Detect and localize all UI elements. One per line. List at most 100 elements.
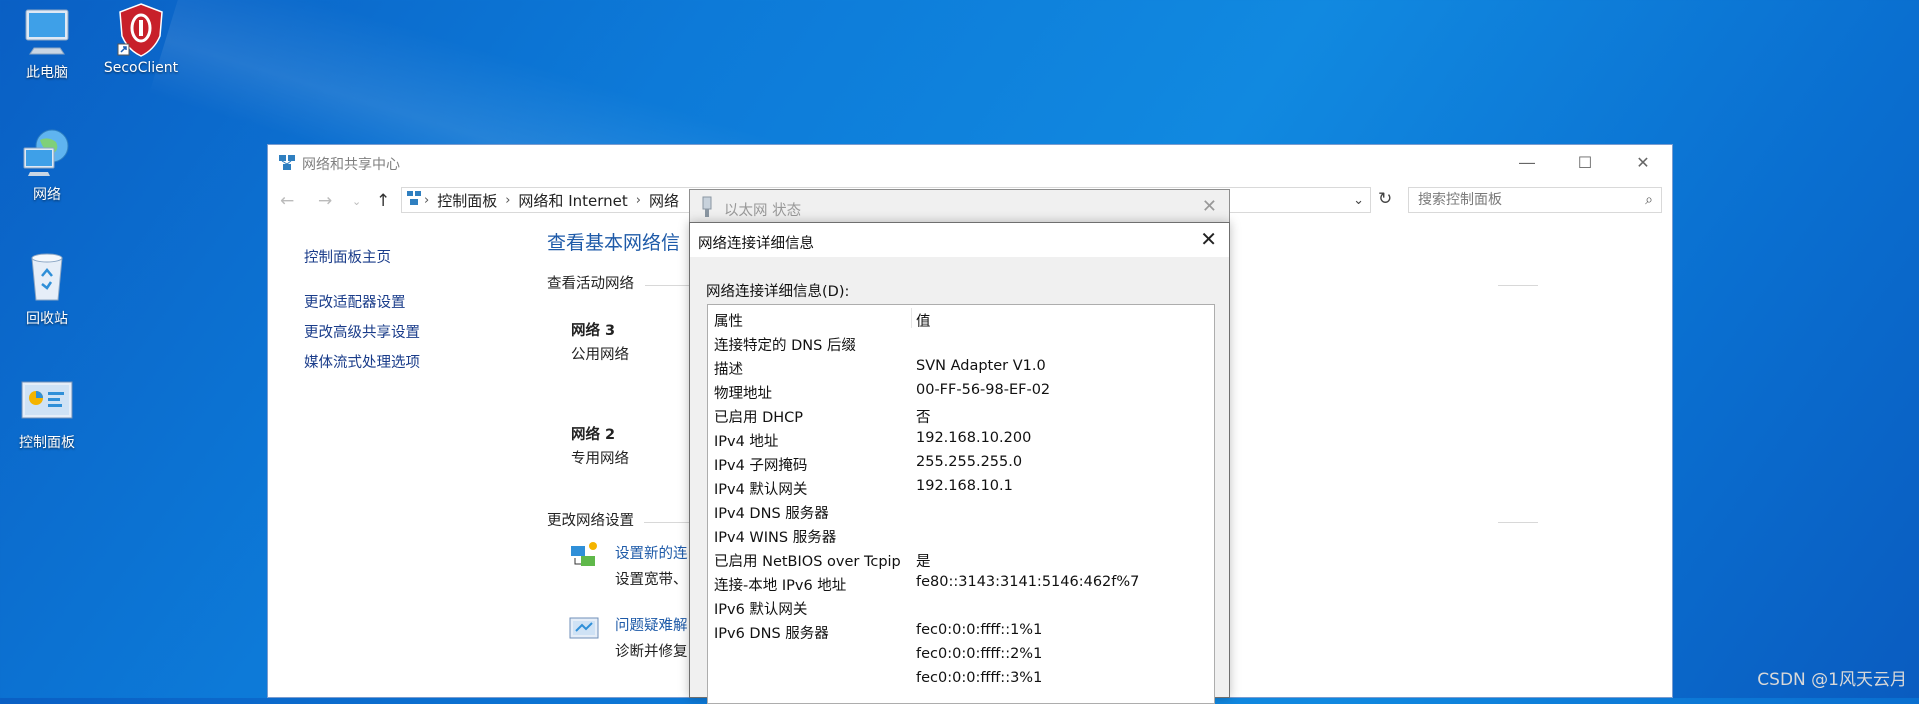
list-item[interactable]: fec0:0:0:ffff::2%1 xyxy=(708,643,1214,667)
desktop-icon-recycle-bin[interactable]: 回收站 xyxy=(0,250,95,328)
maximize-button[interactable]: ☐ xyxy=(1556,145,1614,179)
watermark-text: CSDN @1风天云月 xyxy=(1757,670,1907,690)
refresh-icon[interactable]: ↻ xyxy=(1378,189,1392,209)
property-value: 192.168.10.200 xyxy=(916,430,1032,446)
desktop-icon-secoclient[interactable]: SecoClient xyxy=(93,2,189,76)
desktop-icon-label: 此电脑 xyxy=(26,65,68,81)
list-item[interactable]: IPv6 默认网关 xyxy=(708,595,1214,619)
network-name: 网络 2 xyxy=(571,427,616,443)
desktop-icon-control-panel[interactable]: 控制面板 xyxy=(0,374,95,452)
list-item[interactable]: IPv6 DNS 服务器 fec0:0:0:ffff::1%1 xyxy=(708,619,1214,643)
section-divider xyxy=(645,285,689,286)
list-item[interactable]: 物理地址 00-FF-56-98-EF-02 xyxy=(708,379,1214,403)
property-name: 已启用 DHCP xyxy=(714,410,804,426)
window-titlebar[interactable]: 网络和共享中心 ― ☐ ✕ xyxy=(268,145,1672,179)
up-arrow-icon[interactable]: ↑ xyxy=(376,191,390,211)
section-divider xyxy=(644,522,689,523)
list-item[interactable]: 已启用 NetBIOS over Tcpip 是 xyxy=(708,547,1214,571)
troubleshoot-link[interactable]: 问题疑难解 xyxy=(615,614,688,635)
search-placeholder: 搜索控制面板 xyxy=(1418,192,1502,208)
details-dialog-close-icon[interactable]: ✕ xyxy=(1200,227,1217,251)
setup-new-connection-link[interactable]: 设置新的连 xyxy=(615,542,688,563)
search-input[interactable]: 搜索控制面板 ⌕ xyxy=(1408,187,1662,213)
property-value: 否 xyxy=(916,410,931,426)
network-type: 专用网络 xyxy=(571,451,629,467)
list-item[interactable]: 连接-本地 IPv6 地址 fe80::3143:3141:5146:462f%7 xyxy=(708,571,1214,595)
control-panel-home-link[interactable]: 控制面板主页 xyxy=(304,246,391,267)
list-item[interactable]: 已启用 DHCP 否 xyxy=(708,403,1214,427)
back-arrow-icon[interactable]: ← xyxy=(280,191,294,211)
property-value: fec0:0:0:ffff::1%1 xyxy=(916,622,1043,638)
list-item[interactable]: IPv4 DNS 服务器 xyxy=(708,499,1214,523)
troubleshoot-icon xyxy=(569,614,599,648)
property-value: fe80::3143:3141:5146:462f%7 xyxy=(916,574,1140,590)
close-button[interactable]: ✕ xyxy=(1614,145,1672,179)
list-item[interactable]: IPv4 子网掩码 255.255.255.0 xyxy=(708,451,1214,475)
property-name: 已启用 NetBIOS over Tcpip xyxy=(714,554,901,570)
details-list-label: 网络连接详细信息(D): xyxy=(706,284,850,300)
network-name: 网络 3 xyxy=(571,323,616,339)
network-type: 公用网络 xyxy=(571,347,629,363)
property-value: 255.255.255.0 xyxy=(916,454,1023,470)
property-name: 物理地址 xyxy=(714,386,772,402)
computer-icon xyxy=(20,4,74,58)
recent-dropdown-icon[interactable]: ⌄ xyxy=(352,195,361,208)
section-divider xyxy=(1498,285,1538,286)
property-name: IPv4 默认网关 xyxy=(714,482,808,498)
network-center-icon xyxy=(278,154,296,172)
breadcrumb-item[interactable]: 网络和 Internet xyxy=(518,190,627,211)
details-dialog-titlebar[interactable]: 网络连接详细信息 ✕ xyxy=(690,223,1229,257)
list-item[interactable]: 描述 SVN Adapter V1.0 xyxy=(708,355,1214,379)
section-divider xyxy=(1498,522,1538,523)
list-item[interactable]: IPv4 默认网关 192.168.10.1 xyxy=(708,475,1214,499)
minimize-button[interactable]: ― xyxy=(1498,145,1556,179)
control-panel-icon xyxy=(20,374,74,428)
property-name: IPv4 WINS 服务器 xyxy=(714,530,837,546)
property-value: 是 xyxy=(916,554,931,570)
list-item[interactable]: IPv4 WINS 服务器 xyxy=(708,523,1214,547)
property-value: SVN Adapter V1.0 xyxy=(916,358,1046,374)
change-adapter-settings-link[interactable]: 更改适配器设置 xyxy=(304,291,406,312)
search-icon[interactable]: ⌕ xyxy=(1645,188,1653,212)
media-streaming-options-link[interactable]: 媒体流式处理选项 xyxy=(304,351,420,372)
property-value: fec0:0:0:ffff::2%1 xyxy=(916,646,1043,662)
property-name: IPv6 DNS 服务器 xyxy=(714,626,829,642)
breadcrumb-item[interactable]: 控制面板 xyxy=(437,190,497,211)
ethernet-adapter-icon xyxy=(700,196,714,222)
desktop-icon-this-pc[interactable]: 此电脑 xyxy=(0,4,95,82)
breadcrumb-separator-icon: › xyxy=(635,192,641,208)
property-name: IPv4 地址 xyxy=(714,434,779,450)
property-value: 00-FF-56-98-EF-02 xyxy=(916,382,1051,398)
details-list[interactable]: 属性 值 连接特定的 DNS 后缀 描述 SVN Adapter V1.0 物理地… xyxy=(707,304,1215,704)
list-item[interactable]: fec0:0:0:ffff::3%1 xyxy=(708,667,1214,691)
page-title: 查看基本网络信 xyxy=(547,232,681,254)
property-name: IPv4 子网掩码 xyxy=(714,458,808,474)
breadcrumb-separator-icon: › xyxy=(424,192,430,208)
address-dropdown-icon[interactable]: ⌄ xyxy=(1353,193,1364,208)
status-dialog-close-icon[interactable]: ✕ xyxy=(1202,196,1217,217)
column-header-property[interactable]: 属性 xyxy=(714,310,743,331)
setup-new-connection-desc: 设置宽带、 xyxy=(615,572,688,588)
change-advanced-sharing-link[interactable]: 更改高级共享设置 xyxy=(304,321,420,342)
desktop-icon-label: 网络 xyxy=(33,187,61,203)
breadcrumb-separator-icon: › xyxy=(505,192,511,208)
details-dialog-title: 网络连接详细信息 xyxy=(698,236,814,252)
property-name: 描述 xyxy=(714,362,743,378)
forward-arrow-icon[interactable]: → xyxy=(318,191,332,211)
desktop-icon-label: 控制面板 xyxy=(19,435,75,451)
list-item[interactable]: IPv4 地址 192.168.10.200 xyxy=(708,427,1214,451)
active-networks-heading: 查看活动网络 xyxy=(547,276,634,292)
control-panel-small-icon xyxy=(406,190,422,210)
column-header-value[interactable]: 值 xyxy=(916,310,931,331)
property-name: IPv4 DNS 服务器 xyxy=(714,506,829,522)
column-divider[interactable] xyxy=(911,308,912,328)
network-connection-details-dialog: 网络连接详细信息 ✕ 网络连接详细信息(D): 属性 值 连接特定的 DNS 后… xyxy=(689,222,1230,704)
desktop-icon-network[interactable]: 网络 xyxy=(0,126,95,204)
list-item[interactable]: 连接特定的 DNS 后缀 xyxy=(708,331,1214,355)
new-connection-icon xyxy=(569,540,599,574)
property-name: 连接-本地 IPv6 地址 xyxy=(714,578,847,594)
change-network-settings-heading: 更改网络设置 xyxy=(547,513,634,529)
list-header: 属性 值 xyxy=(708,305,1214,331)
breadcrumb-item[interactable]: 网络 xyxy=(649,190,679,211)
desktop-icon-label: 回收站 xyxy=(26,311,68,327)
